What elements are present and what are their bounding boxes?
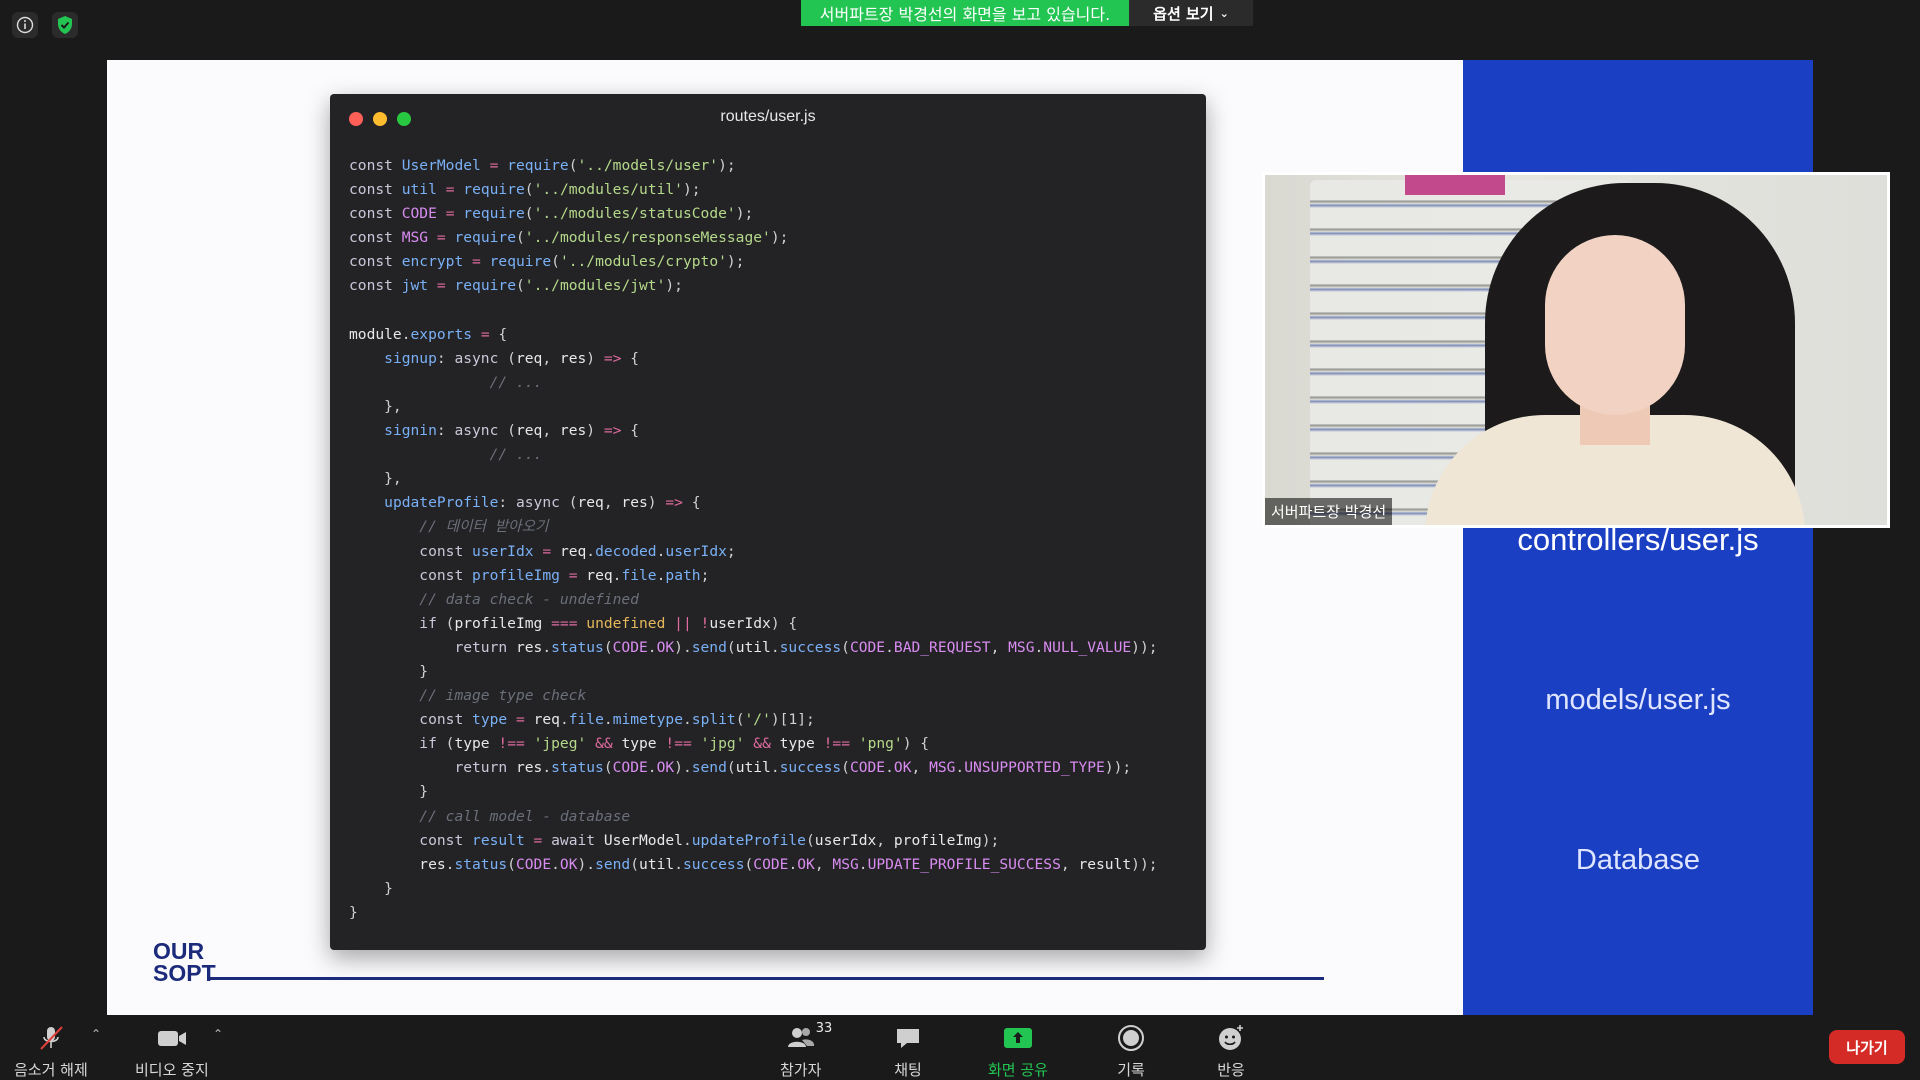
record-icon: [1116, 1023, 1146, 1053]
unmute-label: 음소거 해제: [14, 1061, 88, 1079]
stop-video-label: 비디오 중지: [135, 1061, 209, 1079]
code-window-title: routes/user.js: [720, 108, 816, 125]
speaker-name-tag: 서버파트장 박경선: [1265, 498, 1393, 525]
code-window: routes/user.js const UserModel = require…: [330, 94, 1206, 950]
code-line: const encrypt = require('../modules/cryp…: [349, 253, 745, 271]
code-line: const type = req.file.mimetype.split('/'…: [419, 711, 815, 729]
code-line: const jwt = require('../modules/jwt');: [349, 277, 683, 295]
share-screen-button[interactable]: 화면 공유: [988, 1023, 1048, 1080]
reactions-button[interactable]: 반응: [1216, 1023, 1246, 1080]
code-line: // ...: [489, 446, 543, 464]
code-line: }: [349, 662, 429, 680]
code-line: res.status(CODE.OK).send(util.success(CO…: [419, 855, 1158, 873]
screen-share-banner: 서버파트장 박경선의 화면을 보고 있습니다.: [801, 0, 1129, 26]
code-line: // 데이터 받아오기: [419, 518, 549, 536]
participants-count: 33: [815, 1021, 833, 1036]
logo-line-2: SOPT: [153, 960, 216, 986]
code-line: const util = require('../modules/util');: [349, 181, 701, 199]
share-screen-icon: [1002, 1023, 1034, 1053]
reactions-label: 반응: [1217, 1061, 1245, 1079]
record-label: 기록: [1117, 1061, 1145, 1079]
code-line: },: [349, 470, 402, 488]
meeting-toolbar: 음소거 해제 ⌃ 비디오 중지 ⌃ 33 참가자 채팅 화면 공유 기록 반응 …: [0, 1015, 1920, 1080]
code-line: updateProfile: async (req, res) => {: [384, 494, 701, 512]
code-line: }: [349, 879, 393, 897]
code-line: // data check - undefined: [419, 590, 639, 608]
record-button[interactable]: 기록: [1116, 1023, 1146, 1080]
code-line: const userIdx = req.decoded.userIdx;: [419, 542, 736, 560]
chat-label: 채팅: [894, 1061, 922, 1079]
footer-divider: [207, 977, 1324, 980]
pink-shelf-image: [1405, 175, 1505, 195]
code-line: const CODE = require('../modules/statusC…: [349, 205, 754, 223]
microphone-muted-icon: [36, 1023, 66, 1053]
video-camera-icon: [156, 1023, 188, 1053]
database-label: Database: [1575, 844, 1701, 876]
code-line: // call model - database: [419, 807, 631, 825]
speaker-face-image: [1545, 235, 1685, 415]
code-line: },: [349, 397, 402, 415]
shield-icon[interactable]: [52, 12, 78, 38]
leave-button[interactable]: 나가기: [1829, 1030, 1905, 1064]
code-line: }: [349, 903, 358, 921]
code-line: const UserModel = require('../models/use…: [349, 157, 736, 174]
code-line: return res.status(CODE.OK).send(util.suc…: [454, 759, 1132, 777]
code-line: module.exports = {: [349, 325, 508, 343]
models-label: models/user.js: [1545, 684, 1731, 716]
zoom-meeting-window: 서버파트장 박경선의 화면을 보고 있습니다. 옵션 보기 ⌄ routes/u…: [0, 0, 1920, 1080]
chat-bubble-icon: [893, 1023, 923, 1053]
info-icon[interactable]: [12, 12, 38, 38]
share-screen-label: 화면 공유: [988, 1061, 1048, 1079]
code-line: // ...: [489, 373, 543, 391]
participants-icon: 33: [786, 1021, 832, 1053]
code-line: signin: async (req, res) => {: [384, 422, 639, 440]
code-line: const MSG = require('../modules/response…: [349, 229, 789, 247]
code-line: return res.status(CODE.OK).send(util.suc…: [454, 638, 1158, 656]
code-line: // image type check: [419, 687, 587, 705]
chat-button[interactable]: 채팅: [893, 1023, 923, 1080]
code-line: signup: async (req, res) => {: [384, 349, 639, 367]
stop-video-button[interactable]: 비디오 중지: [135, 1023, 209, 1080]
code-line: if (profileImg === undefined || !userIdx…: [419, 614, 798, 632]
view-options-label: 옵션 보기: [1153, 4, 1214, 23]
logo-line-1: OUR: [153, 938, 205, 964]
participants-button[interactable]: 33 참가자: [780, 1021, 832, 1080]
code-line: }: [349, 783, 429, 801]
video-options-chevron-icon[interactable]: ⌃: [213, 1027, 223, 1041]
unmute-button[interactable]: 음소거 해제: [14, 1023, 88, 1080]
code-line: if (type !== 'jpeg' && type !== 'jpg' &&…: [419, 735, 930, 753]
code-line: const result = await UserModel.updatePro…: [419, 831, 1000, 849]
view-options-button[interactable]: 옵션 보기 ⌄: [1129, 0, 1253, 26]
emoji-reaction-icon: [1216, 1023, 1246, 1053]
code-line: const profileImg = req.file.path;: [419, 566, 710, 584]
audio-options-chevron-icon[interactable]: ⌃: [91, 1027, 101, 1041]
participants-label: 참가자: [780, 1061, 822, 1079]
code-block: const UserModel = require('../models/use…: [349, 154, 1196, 925]
chevron-down-icon: ⌄: [1219, 6, 1229, 20]
speaker-video-tile[interactable]: 서버파트장 박경선: [1262, 172, 1890, 528]
